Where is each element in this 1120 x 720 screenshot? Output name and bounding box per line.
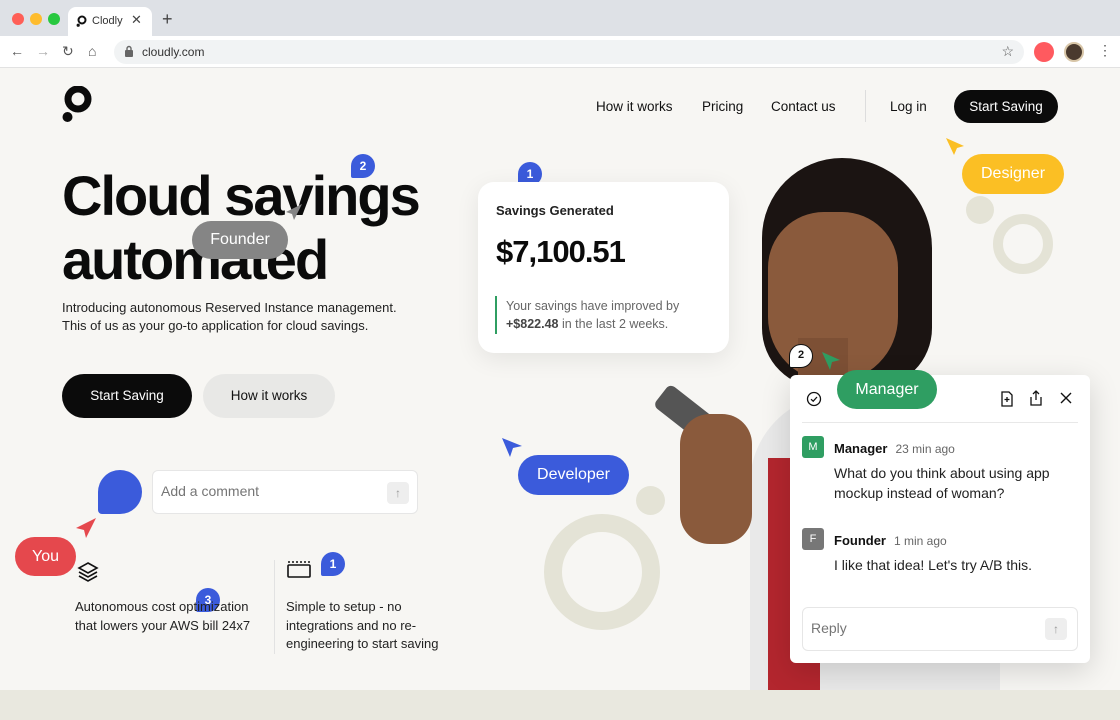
decorative-ring: [544, 514, 660, 630]
developer-cursor-icon: [502, 438, 522, 457]
message-2-time: 1 min ago: [894, 534, 947, 548]
nav-log-in[interactable]: Log in: [890, 99, 927, 114]
cloudly-logo[interactable]: [62, 86, 94, 126]
manager-avatar: M: [802, 436, 824, 458]
window-icon: [287, 561, 311, 578]
site-favicon-icon: [76, 15, 87, 27]
maximize-window-button[interactable]: [48, 13, 60, 25]
message-2-text: I like that idea! Let's try A/B this.: [834, 557, 1032, 573]
browser-tab-bar: Clodly ✕ +: [0, 0, 1120, 36]
close-panel-icon[interactable]: [1060, 392, 1072, 404]
developer-cursor-label: Developer: [518, 455, 629, 495]
decorative-ring: [993, 214, 1053, 274]
hero-subtitle-line1: Introducing autonomous Reserved Instance…: [62, 300, 397, 315]
nav-start-saving-button[interactable]: Start Saving: [954, 90, 1058, 123]
lock-icon: [125, 45, 133, 57]
message-1-time: 23 min ago: [895, 442, 955, 456]
founder-cursor-label: Founder: [192, 221, 288, 259]
hero-subtitle: Introducing autonomous Reserved Instance…: [62, 299, 442, 335]
nav-pricing[interactable]: Pricing: [702, 99, 743, 114]
profile-avatar[interactable]: [1064, 42, 1084, 62]
savings-note-accent: [495, 296, 497, 334]
feature2-text: Simple to setup - no integrations and no…: [286, 599, 439, 651]
savings-note-amount: +$822.48: [506, 317, 559, 331]
feature1-text: Autonomous cost optimization that lowers…: [75, 599, 251, 633]
founder-cursor-icon: [286, 204, 302, 220]
browser-tab[interactable]: Clodly ✕: [68, 7, 152, 36]
feature-divider: [274, 560, 275, 654]
manager-cursor-label: Manager: [837, 370, 937, 409]
panel-comment-count-badge[interactable]: 2: [789, 344, 813, 368]
hero-how-it-works-button[interactable]: How it works: [203, 374, 335, 418]
share-icon[interactable]: [1029, 390, 1043, 406]
browser-menu-icon[interactable]: ⋮: [1098, 42, 1112, 59]
reload-icon[interactable]: ↻: [62, 43, 74, 60]
savings-note-suffix: in the last 2 weeks.: [561, 317, 669, 331]
savings-label: Savings Generated: [496, 203, 614, 218]
nav-how-it-works[interactable]: How it works: [596, 99, 673, 114]
message-1-text: What do you think about using app mockup…: [834, 465, 1050, 501]
savings-amount: $7,100.51: [496, 234, 626, 269]
you-cursor-label: You: [15, 537, 76, 576]
nav-divider: [865, 90, 866, 122]
hero-subtitle-line2: This of us as your go-to application for…: [62, 318, 369, 333]
nav-contact-us[interactable]: Contact us: [771, 99, 836, 114]
manager-cursor-icon: [822, 352, 840, 370]
footer-band: [0, 690, 1120, 720]
extension-icon[interactable]: [1034, 42, 1054, 62]
message-2-header: Founder 1 min ago: [834, 532, 947, 550]
browser-toolbar: ← → ↻ ⌂ cloudly.com ☆ ⋮: [0, 36, 1120, 68]
comment-bubble-icon[interactable]: [98, 470, 142, 514]
close-tab-icon[interactable]: ✕: [131, 12, 142, 28]
comment-thread-panel: M Manager 23 min ago What do you think ab…: [790, 375, 1090, 663]
add-note-icon[interactable]: [1000, 391, 1014, 407]
send-comment-icon[interactable]: ↑: [387, 482, 409, 504]
message-1-header: Manager 23 min ago: [834, 440, 955, 458]
resolve-check-icon[interactable]: [806, 391, 822, 407]
minimize-window-button[interactable]: [30, 13, 42, 25]
forward-icon[interactable]: →: [36, 43, 50, 59]
new-tab-icon[interactable]: +: [162, 9, 173, 30]
bookmark-star-icon[interactable]: ☆: [1001, 43, 1014, 60]
feature2-comment-count-badge[interactable]: 1: [321, 552, 345, 576]
founder-avatar: F: [802, 528, 824, 550]
savings-note-prefix: Your savings have improved by: [506, 299, 680, 313]
comment-input-box: ↑: [152, 470, 418, 514]
page-content: How it works Pricing Contact us Log in S…: [0, 68, 1120, 720]
url-text: cloudly.com: [142, 45, 205, 59]
home-icon[interactable]: ⌂: [88, 43, 96, 59]
close-window-button[interactable]: [12, 13, 24, 25]
comment-input[interactable]: [161, 483, 381, 499]
reply-box: ↑: [802, 607, 1078, 651]
title-comment-count-badge[interactable]: 2: [351, 154, 375, 178]
you-cursor-icon: [76, 518, 96, 538]
send-reply-icon[interactable]: ↑: [1045, 618, 1067, 640]
message-2-author: Founder: [834, 533, 886, 548]
designer-cursor-icon: [946, 138, 964, 155]
decorative-dot: [636, 486, 665, 515]
hero-title-line1: Cloud savings: [62, 164, 421, 227]
hand-shape: [680, 414, 752, 544]
tab-title: Clodly: [92, 15, 123, 27]
layers-icon: [77, 562, 99, 582]
hero-start-saving-button[interactable]: Start Saving: [62, 374, 192, 418]
reply-input[interactable]: [811, 620, 1031, 636]
panel-divider: [802, 422, 1078, 423]
message-1-author: Manager: [834, 441, 888, 456]
back-icon[interactable]: ←: [10, 43, 24, 59]
address-bar[interactable]: cloudly.com ☆: [114, 40, 1024, 64]
